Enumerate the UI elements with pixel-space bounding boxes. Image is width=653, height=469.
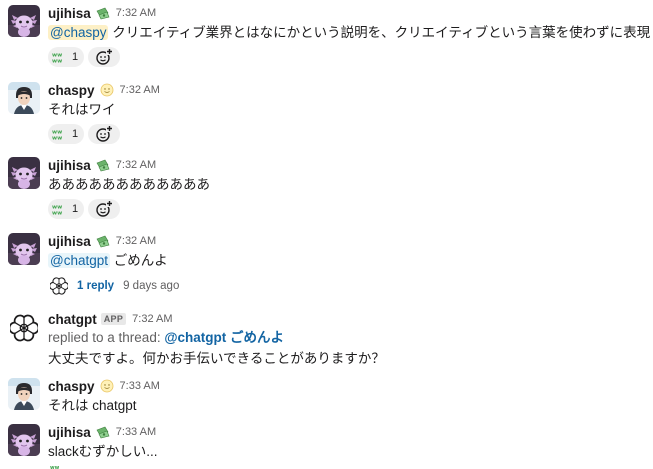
thread-link[interactable]: @chatgpt ごめんよ bbox=[164, 330, 284, 345]
reaction-count: 1 bbox=[72, 128, 79, 140]
www-icon bbox=[52, 128, 68, 140]
add-reaction-button[interactable] bbox=[88, 199, 121, 219]
message-text: slackむずかしい... bbox=[48, 444, 158, 459]
reaction-pill[interactable]: 1 bbox=[48, 199, 85, 219]
www-icon bbox=[52, 203, 68, 215]
timestamp[interactable]: 7:32 AM bbox=[116, 7, 156, 19]
money-with-wings-icon bbox=[96, 425, 110, 439]
www-icon bbox=[52, 51, 68, 63]
add-reaction-button[interactable] bbox=[88, 47, 121, 67]
reactions-bar: 1 bbox=[48, 124, 653, 144]
avatar-ujihisa[interactable] bbox=[8, 157, 40, 189]
timestamp[interactable]: 7:33 AM bbox=[116, 426, 156, 438]
money-with-wings-icon bbox=[96, 6, 110, 20]
message-text: @chaspy クリエイティブ業界とはなにかという説明を、クリエイティブという言… bbox=[48, 25, 651, 40]
openai-logo-icon bbox=[50, 277, 68, 295]
username[interactable]: ujihisa bbox=[48, 234, 91, 249]
timestamp[interactable]: 7:32 AM bbox=[116, 159, 156, 171]
message-text: 大丈夫ですよ。何かお手伝いできることがありますか？ bbox=[48, 351, 385, 366]
last-reply-time: 9 days ago bbox=[123, 280, 180, 292]
app-badge: APP bbox=[100, 313, 127, 325]
avatar-ujihisa[interactable] bbox=[8, 424, 40, 456]
reaction-count: 1 bbox=[72, 203, 79, 215]
message-text: それはワイ bbox=[48, 102, 116, 117]
replied-to-thread: replied to a thread: @chatgpt ごめんよ bbox=[48, 330, 284, 345]
timestamp[interactable]: 7:32 AM bbox=[120, 84, 160, 96]
avatar-chaspy[interactable] bbox=[8, 378, 40, 410]
slightly-smiling-face-icon bbox=[100, 83, 114, 97]
username[interactable]: ujihisa bbox=[48, 6, 91, 21]
avatar-ujihisa[interactable] bbox=[8, 5, 40, 37]
timestamp[interactable]: 7:33 AM bbox=[120, 380, 160, 392]
reaction-pill[interactable]: 1 bbox=[48, 124, 85, 144]
username[interactable]: chatgpt bbox=[48, 312, 97, 327]
reactions-bar: 1 bbox=[48, 199, 653, 219]
add-reaction-icon bbox=[95, 48, 113, 66]
avatar-chaspy[interactable] bbox=[8, 82, 40, 114]
mention-link[interactable]: @chaspy bbox=[48, 25, 109, 40]
add-reaction-icon bbox=[95, 200, 113, 218]
message-text: @chatgpt ごめんよ bbox=[48, 253, 168, 268]
timestamp[interactable]: 7:32 AM bbox=[132, 313, 172, 325]
openai-logo-icon bbox=[10, 314, 38, 342]
timestamp[interactable]: 7:32 AM bbox=[116, 235, 156, 247]
avatar-ujihisa[interactable] bbox=[8, 233, 40, 265]
username[interactable]: chaspy bbox=[48, 83, 95, 98]
reactions-bar: 1 bbox=[48, 47, 653, 67]
username[interactable]: ujihisa bbox=[48, 425, 91, 440]
reaction-preview-icon: ww bbox=[50, 465, 60, 469]
username[interactable]: chaspy bbox=[48, 379, 95, 394]
reaction-count: 1 bbox=[72, 51, 79, 63]
thread-replies-bar[interactable]: 1 reply 9 days ago bbox=[48, 276, 653, 296]
svg-text:ww: ww bbox=[50, 465, 60, 469]
mention-link[interactable]: @chatgpt bbox=[48, 253, 110, 268]
message-text: それは chatgpt bbox=[48, 398, 137, 413]
reaction-pill[interactable]: 1 bbox=[48, 47, 85, 67]
username[interactable]: ujihisa bbox=[48, 158, 91, 173]
message-text: ああああああああああああ bbox=[48, 177, 210, 192]
avatar-chatgpt[interactable] bbox=[8, 312, 40, 344]
add-reaction-button[interactable] bbox=[88, 124, 121, 144]
slightly-smiling-face-icon bbox=[100, 379, 114, 393]
money-with-wings-icon bbox=[96, 158, 110, 172]
reply-count-link[interactable]: 1 reply bbox=[77, 280, 114, 292]
money-with-wings-icon bbox=[96, 234, 110, 248]
add-reaction-icon bbox=[95, 125, 113, 143]
